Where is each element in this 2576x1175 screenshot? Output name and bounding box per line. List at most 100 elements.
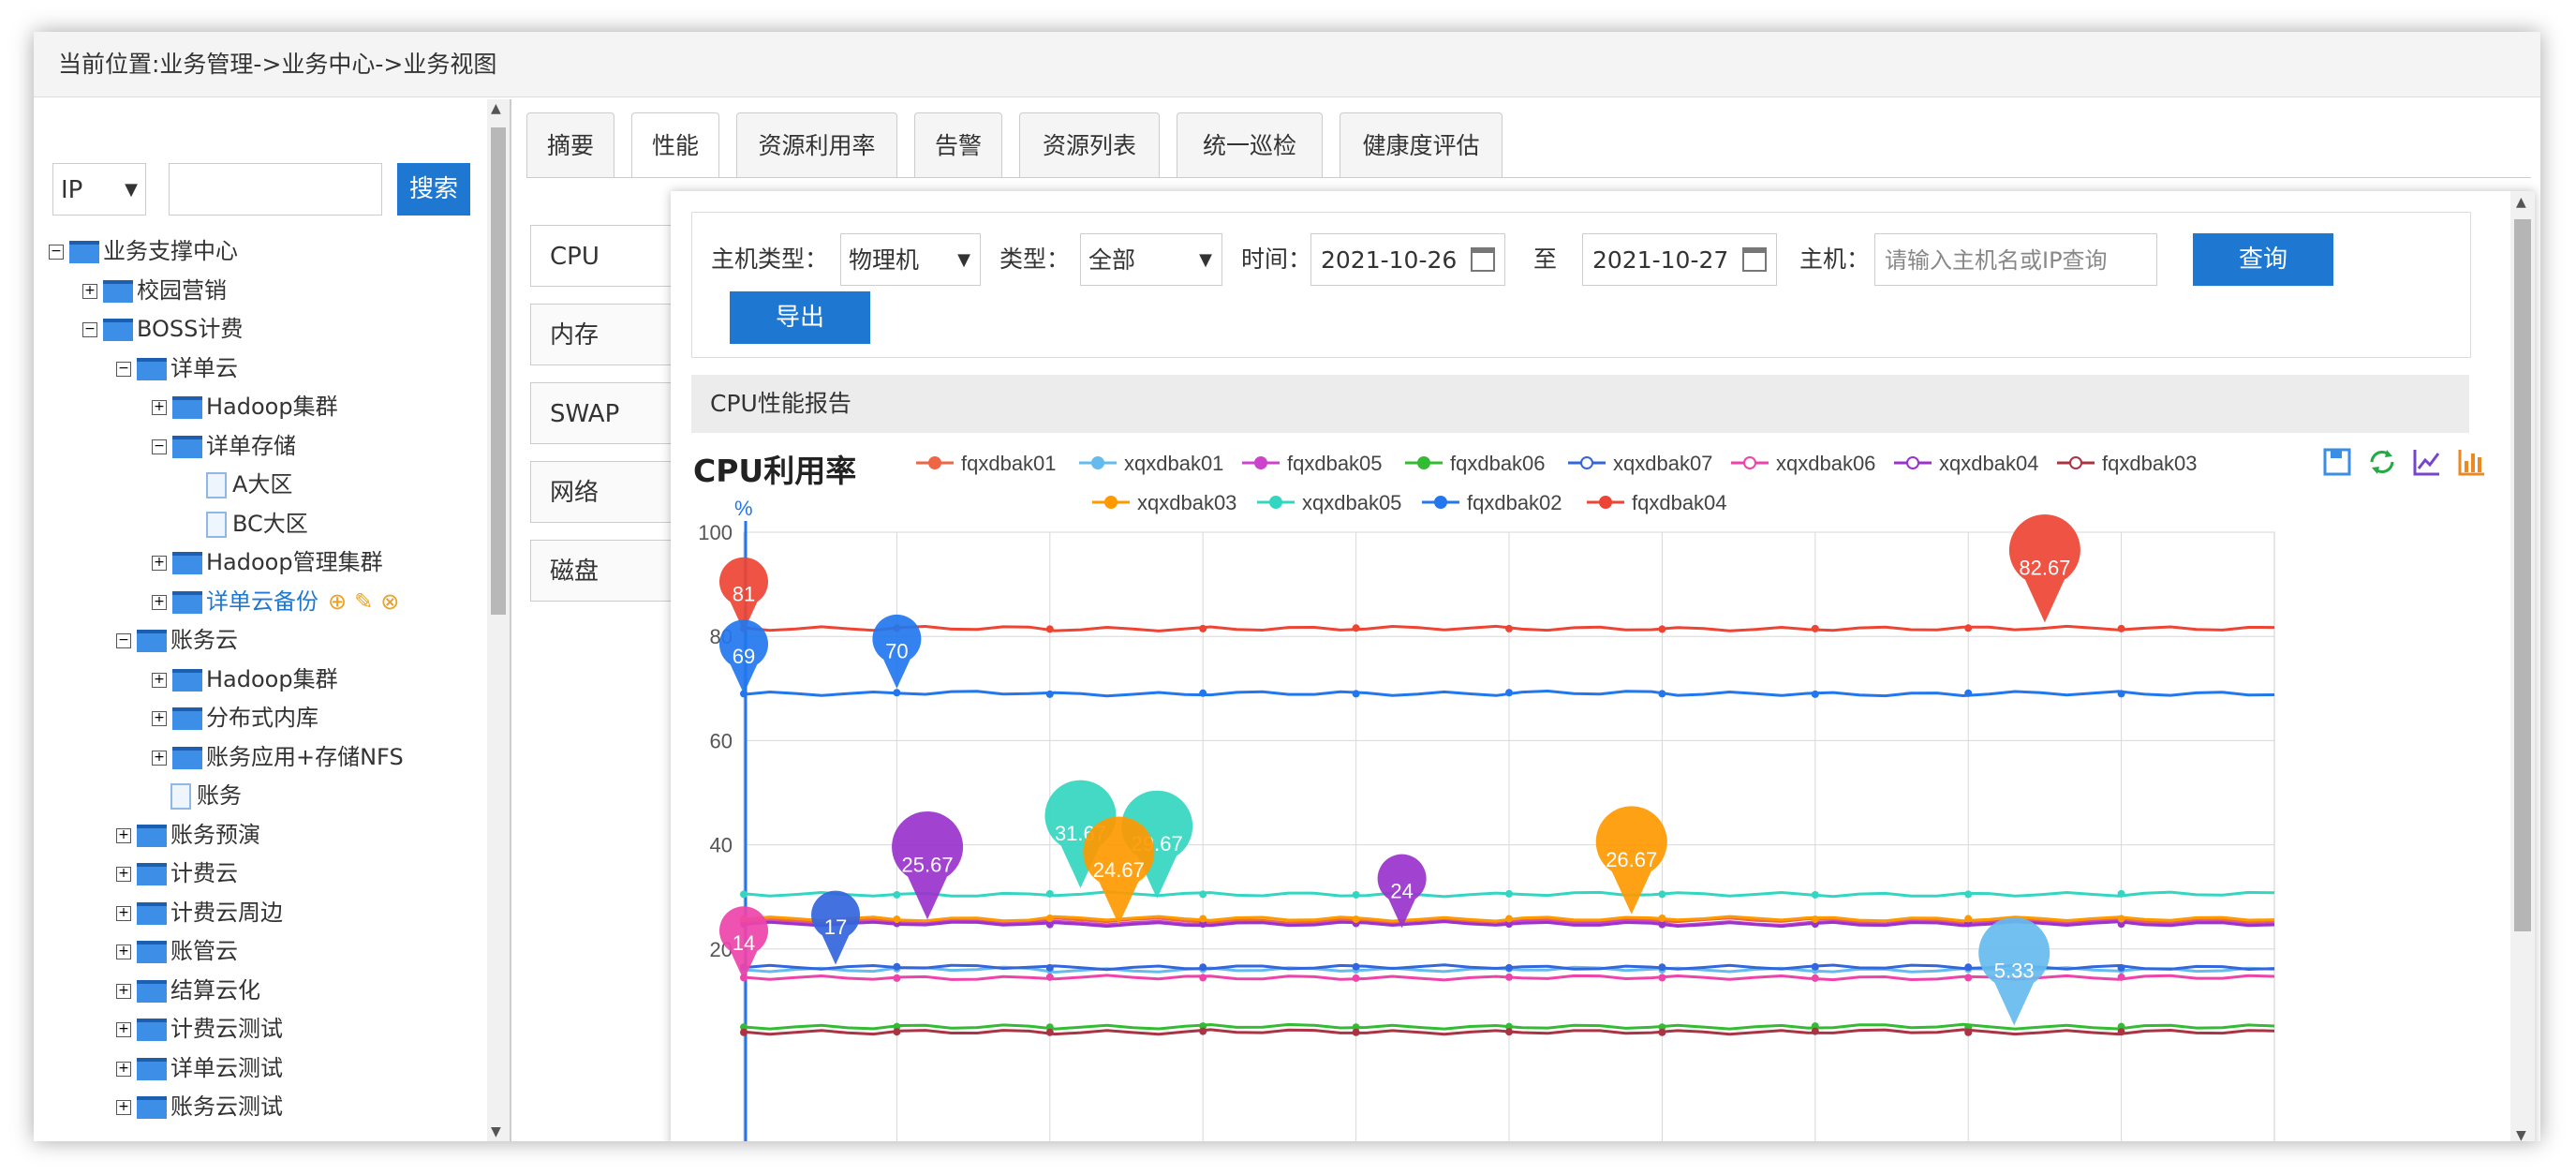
series-point (740, 890, 748, 899)
date-to-input[interactable]: 2021-10-27 (1582, 233, 1777, 286)
expand-icon[interactable]: + (116, 905, 131, 921)
tree-node[interactable]: + 计费云周边 (116, 894, 283, 931)
date-from-input[interactable]: 2021-10-26 (1310, 233, 1505, 286)
tree-node[interactable]: − 详单云 (116, 350, 238, 387)
expand-icon[interactable]: + (82, 283, 97, 299)
panel-scrollbar[interactable]: ▲ ▼ (2510, 191, 2535, 1141)
tree-node[interactable]: + 账务预演 (116, 816, 260, 854)
tab-summary[interactable]: 摘要 (526, 112, 614, 178)
tree-node[interactable]: 账务 (152, 777, 242, 814)
tree-node[interactable]: − 账务云 (116, 621, 238, 659)
expand-icon[interactable]: + (116, 983, 131, 999)
add-icon[interactable]: ⊕ (328, 588, 347, 615)
collapse-icon[interactable]: − (116, 361, 131, 377)
tree-node[interactable]: − 业务支撑中心 (49, 232, 238, 270)
side-tab-cpu[interactable]: CPU (530, 225, 680, 287)
tree-node[interactable]: A大区 (187, 466, 292, 503)
expand-icon[interactable]: + (152, 556, 167, 571)
tree-node[interactable]: + Hadoop集群 (152, 661, 338, 698)
series-point (1199, 974, 1207, 982)
collapse-icon[interactable]: − (152, 439, 167, 454)
tree-node[interactable]: − BOSS计费 (82, 310, 243, 348)
tree-node[interactable]: + 分布式内库 (152, 699, 318, 736)
date-to-value: 2021-10-27 (1592, 246, 1729, 274)
expand-icon[interactable]: + (116, 1100, 131, 1115)
type-select[interactable]: 全部 ▼ (1080, 233, 1222, 286)
tree-node[interactable]: + Hadoop管理集群 (152, 543, 383, 581)
query-button[interactable]: 查询 (2193, 233, 2333, 286)
series-point (1045, 973, 1054, 981)
legend-item[interactable]: xqxdbak06 (1731, 452, 1875, 475)
export-button[interactable]: 导出 (730, 291, 870, 344)
delete-icon[interactable]: ⊗ (380, 588, 399, 615)
expand-icon[interactable]: + (116, 827, 131, 843)
scroll-up-icon[interactable]: ▲ (2516, 195, 2526, 210)
search-input[interactable] (169, 163, 382, 216)
side-tab-disk[interactable]: 磁盘 (530, 540, 680, 602)
legend-item[interactable]: fqxdbak05 (1242, 452, 1383, 475)
expand-icon[interactable]: + (152, 672, 167, 688)
calendar-icon[interactable] (1742, 247, 1767, 272)
scroll-down-icon[interactable]: ▼ (491, 1124, 501, 1139)
edit-icon[interactable]: ✎ (354, 588, 373, 615)
tab-performance[interactable]: 性能 (631, 112, 719, 178)
expand-icon[interactable]: + (116, 1022, 131, 1037)
folder-icon (137, 979, 167, 1003)
tree-node[interactable]: + 账管云 (116, 932, 238, 970)
legend-item[interactable]: xqxdbak01 (1079, 452, 1223, 475)
legend-item[interactable]: fqxdbak01 (916, 452, 1057, 475)
legend-item[interactable]: xqxdbak03 (1092, 491, 1236, 514)
tab-health[interactable]: 健康度评估 (1340, 112, 1503, 178)
tab-resource-list[interactable]: 资源列表 (1019, 112, 1160, 178)
expand-icon[interactable]: + (152, 750, 167, 766)
expand-icon[interactable]: + (152, 594, 167, 610)
tree-node[interactable]: + 校园营销 (82, 272, 227, 309)
tree-node[interactable]: + 账务应用+存储NFS (152, 738, 404, 776)
tree-node[interactable]: + 结算云化 (116, 972, 260, 1009)
legend-item[interactable]: fqxdbak02 (1422, 491, 1562, 514)
tree-node[interactable]: + 详单云测试 (116, 1049, 283, 1087)
tree-node[interactable]: BC大区 (187, 505, 308, 543)
search-type-select[interactable]: IP ▼ (52, 163, 146, 216)
tree-node-label: 详单云测试 (170, 1054, 283, 1081)
legend-item[interactable]: fqxdbak06 (1405, 452, 1546, 475)
sidebar-scrollbar[interactable]: ▲ ▼ (487, 99, 510, 1141)
tree-node[interactable]: + Hadoop集群 (152, 388, 338, 425)
collapse-icon[interactable]: − (49, 245, 64, 260)
collapse-icon[interactable]: − (116, 633, 131, 648)
folder-icon (172, 590, 202, 614)
tab-inspection[interactable]: 统一巡检 (1177, 112, 1323, 178)
search-button[interactable]: 搜索 (397, 163, 470, 216)
host-type-select[interactable]: 物理机 ▼ (840, 233, 981, 286)
host-search-input[interactable]: 请输入主机名或IP查询 (1874, 233, 2157, 286)
series-point (1352, 890, 1360, 899)
tab-alarm[interactable]: 告警 (914, 112, 1002, 178)
tab-resource-usage[interactable]: 资源利用率 (736, 112, 897, 178)
sidebar-scroll-thumb[interactable] (491, 127, 506, 615)
side-tab-memory[interactable]: 内存 (530, 304, 680, 365)
scroll-down-icon[interactable]: ▼ (2516, 1128, 2526, 1141)
series-point (1505, 963, 1513, 972)
tree-node[interactable]: + 账务云测试 (116, 1088, 283, 1125)
side-tab-swap[interactable]: SWAP (530, 382, 680, 444)
panel-scroll-thumb[interactable] (2514, 219, 2531, 931)
expand-icon[interactable]: + (152, 400, 167, 415)
expand-icon[interactable]: + (116, 944, 131, 959)
tree-node[interactable]: + 计费云 (116, 855, 238, 892)
legend-item[interactable]: xqxdbak05 (1257, 491, 1401, 514)
expand-icon[interactable]: + (116, 867, 131, 882)
calendar-icon[interactable] (1471, 247, 1495, 272)
expand-icon[interactable]: + (116, 1061, 131, 1077)
tree-node[interactable]: + 详单云备份 ⊕ ✎ ⊗ (152, 583, 407, 620)
tree-node-label: BOSS计费 (137, 316, 244, 342)
side-tab-network[interactable]: 网络 (530, 461, 680, 523)
legend-item[interactable]: fqxdbak04 (1587, 491, 1727, 514)
legend-item[interactable]: xqxdbak04 (1894, 452, 2038, 475)
tree-node[interactable]: − 详单存储 (152, 427, 296, 465)
expand-icon[interactable]: + (152, 711, 167, 726)
legend-item[interactable]: fqxdbak03 (2057, 452, 2198, 475)
legend-item[interactable]: xqxdbak07 (1568, 452, 1712, 475)
tree-node[interactable]: + 计费云测试 (116, 1010, 283, 1048)
collapse-icon[interactable]: − (82, 322, 97, 337)
scroll-up-icon[interactable]: ▲ (491, 101, 501, 116)
